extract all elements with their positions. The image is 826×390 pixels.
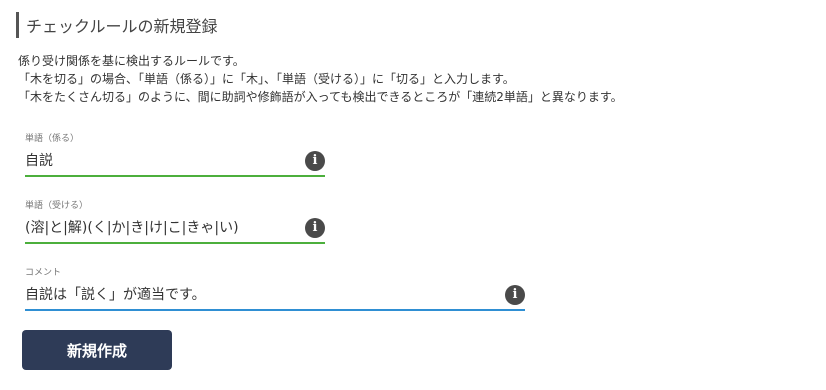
word-governing-field: 単語（係る） i [25, 133, 325, 177]
info-icon[interactable]: i [305, 218, 325, 238]
description-line: 「木を切る」の場合、「単語（係る）」に「木」、「単語（受ける）」に「切る」と入力… [18, 72, 515, 86]
page: チェックルールの新規登録 係り受け関係を基に検出するルールです。 「木を切る」の… [0, 0, 826, 390]
word-dependent-label: 単語（受ける） [25, 201, 89, 211]
page-title-text: チェックルールの新規登録 [26, 17, 218, 36]
word-governing-row: i [25, 149, 325, 177]
description: 係り受け関係を基に検出するルールです。 「木を切る」の場合、「単語（係る）」に「… [18, 52, 623, 106]
description-line: 「木をたくさん切る」のように、間に助詞や修飾語が入っても検出できるところが「連続… [18, 90, 623, 104]
word-governing-input[interactable] [25, 149, 325, 173]
page-title: チェックルールの新規登録 [16, 12, 218, 38]
info-icon[interactable]: i [505, 285, 525, 305]
create-button[interactable]: 新規作成 [22, 330, 172, 370]
comment-row: i [25, 283, 525, 311]
comment-label: コメント [25, 268, 62, 278]
word-dependent-field: 単語（受ける） i [25, 200, 325, 244]
word-dependent-row: i [25, 216, 325, 244]
info-icon[interactable]: i [305, 151, 325, 171]
word-governing-label: 単語（係る） [25, 134, 80, 144]
word-dependent-input[interactable] [25, 216, 325, 240]
description-line: 係り受け関係を基に検出するルールです。 [18, 54, 245, 68]
comment-field: コメント i [25, 267, 525, 311]
comment-input[interactable] [25, 283, 525, 307]
